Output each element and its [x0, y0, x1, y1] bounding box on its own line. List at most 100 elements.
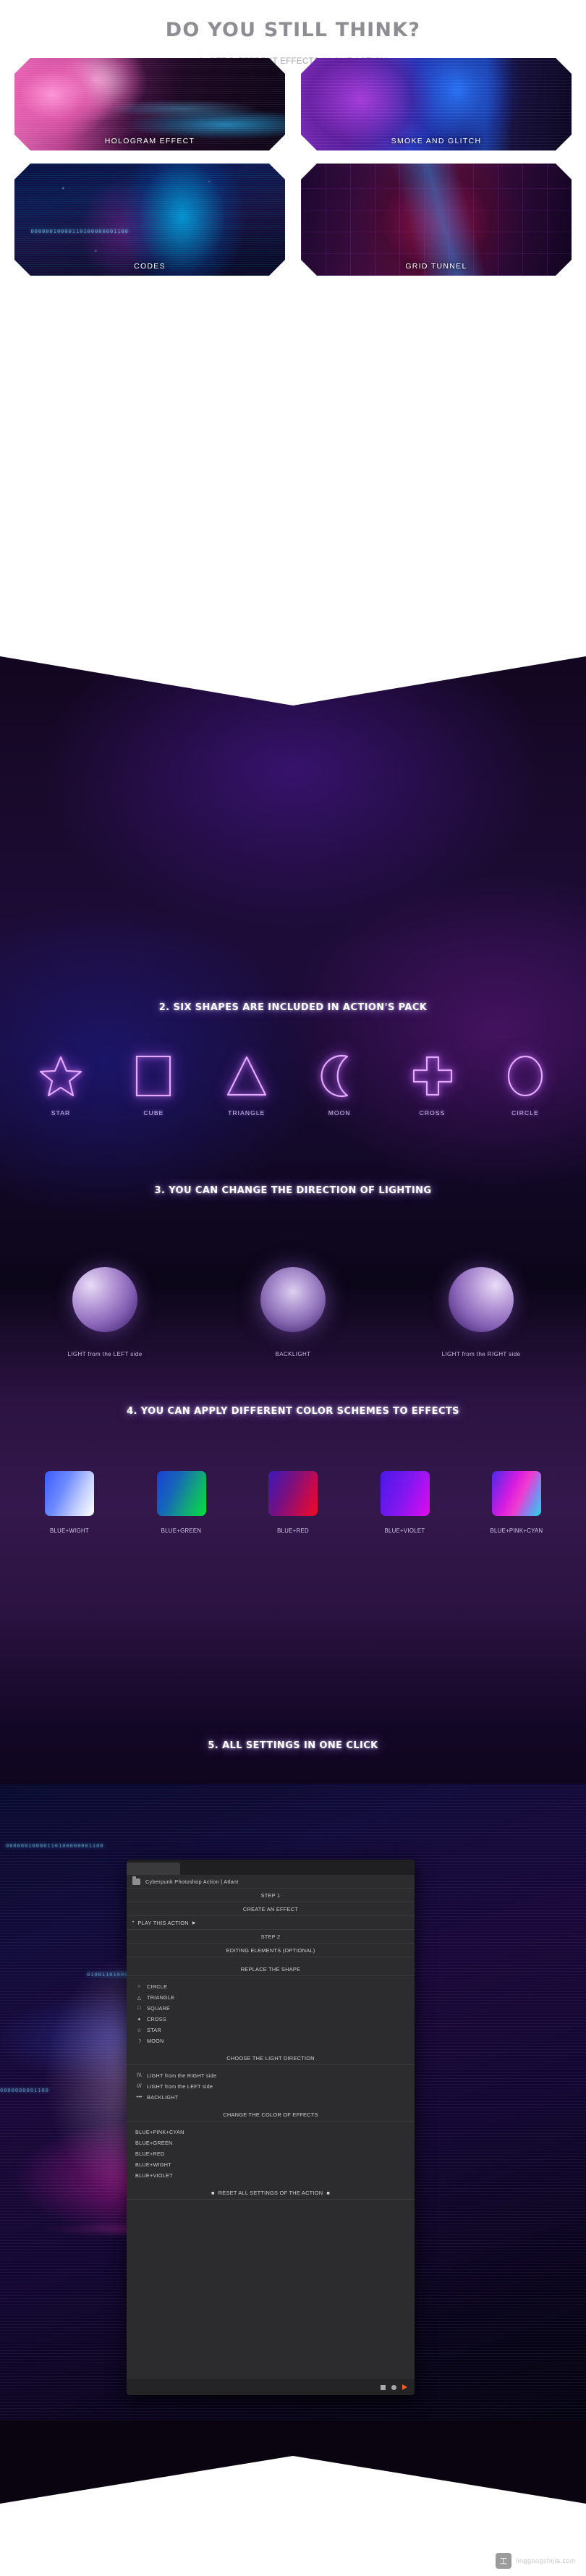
panel-body: Cyberpunk Photoshop Action | Atlant STEP… — [127, 1875, 415, 2200]
effect-card-grid[interactable]: GRID TUNNEL — [301, 164, 572, 276]
colors-heading: 4. YOU CAN APPLY DIFFERENT COLOR SCHEMES… — [127, 1406, 459, 1417]
photoshop-actions-panel[interactable]: Cyberpunk Photoshop Action | Atlant STEP… — [127, 1860, 415, 2395]
lighting-heading: 3. YOU CAN CHANGE THE DIRECTION OF LIGHT… — [154, 1185, 432, 1196]
shape-label: TRIANGLE — [228, 1109, 266, 1117]
moon-option-icon: ☽ — [137, 2038, 142, 2044]
footer-white-area: 工 linggongzhijia.com — [0, 2504, 586, 2576]
shape-item-triangle[interactable]: TRIANGLE — [205, 1051, 289, 1117]
color-label: BLUE+VIOLET — [384, 1528, 425, 1534]
play-action-row[interactable]: • PLAY THIS ACTION ▶ — [127, 1916, 415, 1930]
step2-label-row: STEP 2 — [127, 1930, 415, 1944]
bullet-icon: • — [132, 1920, 135, 1925]
reset-label: RESET ALL SETTINGS OF THE ACTION — [218, 2189, 323, 2196]
lighting-label: LIGHT from the RIGHT side — [441, 1351, 521, 1357]
shape-option-label: TRIANGLE — [147, 1994, 175, 2001]
effect-card-hologram[interactable]: HOLOGRAM EFFECT — [14, 58, 285, 151]
lighting-label: LIGHT from the LEFT side — [67, 1351, 143, 1357]
action-set-row[interactable]: Cyberpunk Photoshop Action | Atlant — [127, 1875, 415, 1889]
binary-overlay-top: 00000010000110100000001100 — [6, 1843, 104, 1849]
play-triangle-icon[interactable] — [402, 2384, 407, 2390]
shape-option-moon[interactable]: ☽ MOON — [127, 2035, 415, 2046]
shape-option-star[interactable]: ☆ STAR — [127, 2025, 415, 2035]
action-set-name: Cyberpunk Photoshop Action | Atlant — [145, 1878, 239, 1885]
dark-body-section: 2. SIX SHAPES ARE INCLUDED IN ACTION'S P… — [0, 655, 586, 2504]
codes-artwork — [14, 164, 285, 276]
panel-footer — [127, 2379, 415, 2395]
color-item-blue-red[interactable]: BLUE+RED — [242, 1471, 344, 1534]
color-item-blue-violet[interactable]: BLUE+VIOLET — [354, 1471, 456, 1534]
step2-action-row[interactable]: EDITING ELEMENTS (OPTIONAL) — [127, 1944, 415, 1957]
circle-option-icon: ○ — [137, 1984, 141, 1989]
color-swatch-row: BLUE+WIGHT BLUE+GREEN BLUE+RED BLUE+VIOL… — [19, 1471, 567, 1534]
color-option-blue-red[interactable]: BLUE+RED — [127, 2148, 415, 2159]
panel-tab-bar[interactable] — [127, 1860, 415, 1875]
sphere-left-lit — [72, 1267, 137, 1332]
color-option-blue-green[interactable]: BLUE+GREEN — [127, 2138, 415, 2148]
effect-card-codes[interactable]: 00000010000110100000001100 CODES — [14, 164, 285, 276]
shape-label: CIRCLE — [511, 1109, 539, 1117]
color-option-blue-wight[interactable]: BLUE+WIGHT — [127, 2159, 415, 2170]
shape-option-label: STAR — [147, 2027, 161, 2033]
backlight-option[interactable]: ••• BACKLIGHT — [127, 2092, 415, 2103]
light-option-label: LIGHT from the LEFT side — [147, 2083, 213, 2090]
shape-label: STAR — [51, 1109, 71, 1117]
light-right-option[interactable]: \\\ LIGHT from the RIGHT side — [127, 2070, 415, 2081]
reset-settings-row[interactable]: ■ RESET ALL SETTINGS OF THE ACTION ■ — [127, 2186, 415, 2200]
watermark: 工 linggongzhijia.com — [495, 2553, 576, 2569]
page-title: DO YOU STILL THINK? — [165, 19, 421, 41]
shape-item-star[interactable]: STAR — [19, 1051, 103, 1117]
shape-item-cross[interactable]: CROSS — [391, 1051, 475, 1117]
shape-option-label: CROSS — [147, 2016, 167, 2022]
shape-item-moon[interactable]: MOON — [297, 1051, 381, 1117]
sphere-backlit — [260, 1267, 326, 1332]
shape-option-square[interactable]: □ SQUARE — [127, 2003, 415, 2014]
color-swatch — [156, 1471, 206, 1516]
effect-card-smoke[interactable]: SMOKE AND GLITCH — [301, 58, 572, 151]
lighting-item-left[interactable]: LIGHT from the LEFT side — [22, 1267, 188, 1357]
shape-option-triangle[interactable]: △ TRIANGLE — [127, 1992, 415, 2003]
triangle-shape-icon — [205, 1051, 289, 1101]
color-option-blue-violet[interactable]: BLUE+VIOLET — [127, 2170, 415, 2181]
shape-item-cube[interactable]: CUBE — [111, 1051, 195, 1117]
shape-label: CROSS — [419, 1109, 446, 1117]
lighting-label: BACKLIGHT — [275, 1351, 311, 1357]
play-triangle-icon: ▶ — [192, 1920, 196, 1925]
backlight-icon: ••• — [136, 2095, 143, 2100]
settings-heading: 5. ALL SETTINGS IN ONE CLICK — [208, 1740, 378, 1751]
light-direction-row[interactable]: CHOOSE THE LIGHT DIRECTION — [127, 2051, 415, 2065]
replace-shape-row[interactable]: REPLACE THE SHAPE — [127, 1962, 415, 1976]
circle-shape-icon — [483, 1051, 567, 1101]
effect-card-label: HOLOGRAM EFFECT — [104, 137, 195, 145]
light-option-label: LIGHT from the RIGHT side — [147, 2072, 217, 2079]
color-item-blue-green[interactable]: BLUE+GREEN — [131, 1471, 232, 1534]
effect-card-label: CODES — [134, 262, 166, 271]
shape-item-circle[interactable]: CIRCLE — [483, 1051, 567, 1117]
color-option-blue-pink-cyan[interactable]: BLUE+PINK+CYAN — [127, 2127, 415, 2138]
star-option-icon: ☆ — [137, 2028, 142, 2033]
shape-option-label: MOON — [147, 2038, 164, 2044]
sphere-right-lit — [449, 1267, 514, 1332]
shape-option-circle[interactable]: ○ CIRCLE — [127, 1981, 415, 1992]
panel-tab[interactable] — [127, 1863, 180, 1875]
settings-scene: 00000010000110100000001100 0000000001100… — [0, 1784, 586, 2420]
effect-card-label: SMOKE AND GLITCH — [391, 137, 482, 145]
folder-icon — [132, 1876, 140, 1885]
reset-marker-left: ■ — [211, 2189, 215, 2196]
binary-overlay: 00000010000110100000001100 — [30, 228, 129, 234]
stop-square-icon[interactable] — [381, 2384, 386, 2390]
light-left-option[interactable]: /// LIGHT from the LEFT side — [127, 2081, 415, 2092]
color-change-row[interactable]: CHANGE THE COLOR OF EFFECTS — [127, 2108, 415, 2122]
step1-action-row[interactable]: CREATE AN EFFECT — [127, 1902, 415, 1916]
record-dot-icon[interactable] — [391, 2384, 396, 2390]
light-option-label: BACKLIGHT — [147, 2094, 179, 2101]
color-item-blue-pink-cyan[interactable]: BLUE+PINK+CYAN — [466, 1471, 567, 1534]
lighting-item-right[interactable]: LIGHT from the RIGHT side — [398, 1267, 564, 1357]
lighting-item-back[interactable]: BACKLIGHT — [210, 1267, 376, 1357]
color-swatch — [268, 1471, 318, 1516]
color-item-blue-wight[interactable]: BLUE+WIGHT — [19, 1471, 120, 1534]
shape-option-cross[interactable]: ✦ CROSS — [127, 2014, 415, 2025]
